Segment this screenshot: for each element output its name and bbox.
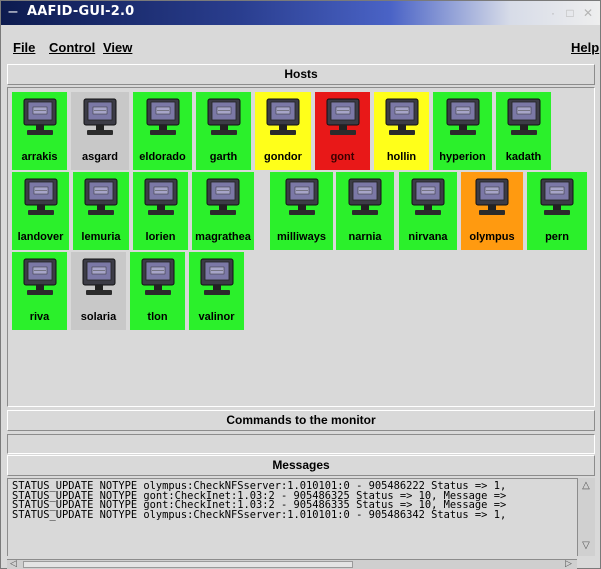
computer-monitor-icon bbox=[411, 178, 445, 218]
host-tile-narnia[interactable]: narnia bbox=[336, 172, 394, 250]
host-tile-gont[interactable]: gont bbox=[315, 92, 370, 170]
computer-monitor-icon bbox=[507, 98, 541, 138]
computer-monitor-icon bbox=[475, 178, 509, 218]
host-tile-nirvana[interactable]: nirvana bbox=[399, 172, 457, 250]
computer-monitor-icon bbox=[84, 178, 118, 218]
hosts-header: Hosts bbox=[7, 64, 595, 85]
host-tile-lemuria[interactable]: lemuria bbox=[73, 172, 129, 250]
window-title: AAFID-GUI-2.0 bbox=[27, 4, 135, 19]
messages-header: Messages bbox=[7, 455, 595, 476]
computer-monitor-icon bbox=[24, 178, 58, 218]
host-name-label: solaria bbox=[80, 311, 117, 323]
computer-monitor-icon bbox=[23, 258, 57, 298]
computer-monitor-icon bbox=[146, 98, 180, 138]
computer-monitor-icon bbox=[141, 258, 175, 298]
scroll-up-icon[interactable]: △ bbox=[580, 480, 592, 492]
menu-file[interactable]: File bbox=[13, 40, 35, 55]
host-name-label: hollin bbox=[386, 151, 417, 163]
host-name-label: landover bbox=[17, 231, 64, 243]
menu-bar: File Control View Help bbox=[1, 37, 600, 59]
command-input[interactable] bbox=[7, 434, 595, 454]
minimize-icon[interactable]: · bbox=[545, 5, 561, 21]
host-tile-tlon[interactable]: tlon bbox=[130, 252, 185, 330]
host-name-label: arrakis bbox=[21, 151, 58, 163]
menu-control[interactable]: Control bbox=[49, 40, 95, 55]
computer-monitor-icon bbox=[23, 98, 57, 138]
host-tile-hollin[interactable]: hollin bbox=[374, 92, 429, 170]
host-tile-arrakis[interactable]: arrakis bbox=[12, 92, 67, 170]
host-tile-kadath[interactable]: kadath bbox=[496, 92, 551, 170]
computer-monitor-icon bbox=[144, 178, 178, 218]
host-name-label: tlon bbox=[147, 311, 168, 323]
host-name-label: kadath bbox=[505, 151, 542, 163]
aafid-window: – AAFID-GUI-2.0 · □ ✕ File Control View … bbox=[0, 0, 601, 569]
computer-monitor-icon bbox=[385, 98, 419, 138]
host-tile-valinor[interactable]: valinor bbox=[189, 252, 244, 330]
message-line: STATUS_UPDATE NOTYPE olympus:CheckNFSser… bbox=[12, 508, 507, 521]
window-menu-icon[interactable]: – bbox=[5, 3, 21, 21]
computer-monitor-icon bbox=[83, 98, 117, 138]
host-tile-eldorado[interactable]: eldorado bbox=[133, 92, 192, 170]
host-name-label: nirvana bbox=[408, 231, 448, 243]
host-name-label: magrathea bbox=[195, 231, 251, 243]
scroll-left-icon[interactable]: ◁ bbox=[10, 558, 17, 569]
host-name-label: eldorado bbox=[139, 151, 186, 163]
computer-monitor-icon bbox=[206, 178, 240, 218]
messages-horizontal-scrollbar[interactable]: ◁ ▷ bbox=[7, 558, 577, 569]
host-name-label: olympus bbox=[469, 231, 515, 243]
host-name-label: milliways bbox=[277, 231, 326, 243]
host-tile-hyperion[interactable]: hyperion bbox=[433, 92, 492, 170]
host-name-label: narnia bbox=[348, 231, 382, 243]
host-tile-pern[interactable]: pern bbox=[527, 172, 587, 250]
messages-vertical-scrollbar[interactable]: △ ▽ bbox=[577, 478, 595, 556]
computer-monitor-icon bbox=[540, 178, 574, 218]
host-tile-olympus[interactable]: olympus bbox=[461, 172, 523, 250]
host-name-label: riva bbox=[29, 311, 50, 323]
title-bar[interactable]: – AAFID-GUI-2.0 · □ ✕ bbox=[1, 1, 600, 25]
host-tile-landover[interactable]: landover bbox=[12, 172, 69, 250]
host-name-label: garth bbox=[209, 151, 238, 163]
host-name-label: lemuria bbox=[81, 231, 121, 243]
maximize-icon[interactable]: □ bbox=[562, 5, 578, 21]
menu-help[interactable]: Help bbox=[571, 40, 599, 55]
host-tile-milliways[interactable]: milliways bbox=[270, 172, 333, 250]
computer-monitor-icon bbox=[207, 98, 241, 138]
host-name-label: lorien bbox=[145, 231, 176, 243]
host-tile-gondor[interactable]: gondor bbox=[255, 92, 311, 170]
commands-header: Commands to the monitor bbox=[7, 410, 595, 431]
host-name-label: gont bbox=[330, 151, 355, 163]
host-name-label: valinor bbox=[198, 311, 235, 323]
host-tile-asgard[interactable]: asgard bbox=[71, 92, 129, 170]
horizontal-scroll-thumb[interactable] bbox=[23, 561, 353, 568]
computer-monitor-icon bbox=[446, 98, 480, 138]
host-name-label: pern bbox=[545, 231, 569, 243]
host-tile-garth[interactable]: garth bbox=[196, 92, 251, 170]
host-name-label: hyperion bbox=[439, 151, 486, 163]
computer-monitor-icon bbox=[285, 178, 319, 218]
hosts-panel: arrakis asgard eldorado garth gondor gont holl… bbox=[7, 87, 595, 407]
computer-monitor-icon bbox=[348, 178, 382, 218]
scroll-down-icon[interactable]: ▽ bbox=[580, 540, 592, 552]
computer-monitor-icon bbox=[200, 258, 234, 298]
scroll-right-icon[interactable]: ▷ bbox=[565, 558, 572, 569]
host-name-label: asgard bbox=[81, 151, 119, 163]
menu-view[interactable]: View bbox=[103, 40, 132, 55]
host-tile-solaria[interactable]: solaria bbox=[71, 252, 126, 330]
close-icon[interactable]: ✕ bbox=[580, 5, 596, 21]
computer-monitor-icon bbox=[326, 98, 360, 138]
host-tile-riva[interactable]: riva bbox=[12, 252, 67, 330]
messages-log[interactable]: STATUS_UPDATE NOTYPE olympus:CheckNFSser… bbox=[7, 478, 577, 556]
host-name-label: gondor bbox=[264, 151, 302, 163]
computer-monitor-icon bbox=[82, 258, 116, 298]
host-tile-lorien[interactable]: lorien bbox=[133, 172, 188, 250]
computer-monitor-icon bbox=[266, 98, 300, 138]
host-tile-magrathea[interactable]: magrathea bbox=[192, 172, 254, 250]
